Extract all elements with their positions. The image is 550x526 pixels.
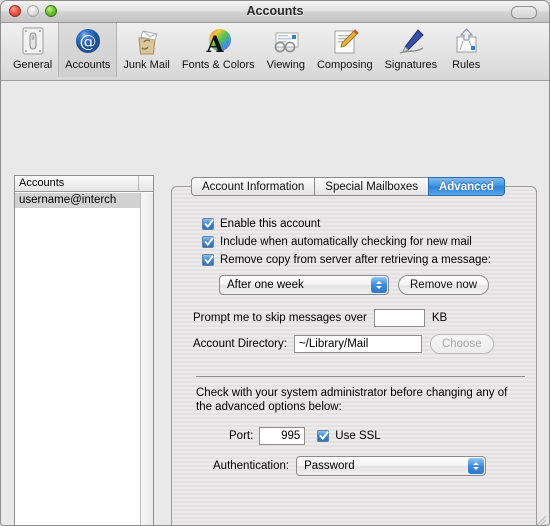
remove-copy-label: Remove copy from server after retrieving… bbox=[220, 254, 491, 266]
toolbar-item-composing[interactable]: Composing bbox=[311, 23, 379, 77]
account-directory-input[interactable]: ~/Library/Mail bbox=[293, 335, 422, 353]
authentication-row: Authentication: Password bbox=[213, 456, 537, 476]
toolbar-item-label: Rules bbox=[452, 59, 481, 71]
toolbar-item-label: Viewing bbox=[266, 59, 305, 71]
accounts-column-grip[interactable] bbox=[138, 176, 153, 191]
checkmark-icon bbox=[319, 431, 329, 441]
toolbar-item-signatures[interactable]: Signatures bbox=[379, 23, 444, 77]
skip-messages-input[interactable] bbox=[373, 309, 425, 327]
remove-schedule-row: After one week Remove now bbox=[219, 275, 537, 295]
remove-copy-checkbox[interactable] bbox=[202, 254, 214, 266]
toolbar-item-label: General bbox=[13, 59, 53, 71]
accounts-column-header[interactable]: Accounts bbox=[15, 176, 138, 191]
include-auto-check-label: Include when automatically checking for … bbox=[220, 236, 472, 248]
toolbar-item-label: Fonts & Colors bbox=[181, 59, 255, 71]
authentication-value: Password bbox=[304, 460, 355, 472]
port-row: Port: 995 Use SSL bbox=[229, 427, 537, 445]
toolbar-item-label: Junk Mail bbox=[123, 59, 170, 71]
toolbar-item-label: Signatures bbox=[384, 59, 438, 71]
include-auto-check-checkbox[interactable] bbox=[202, 236, 214, 248]
viewing-icon bbox=[274, 32, 299, 53]
skip-messages-unit: KB bbox=[431, 312, 448, 324]
toolbar-item-accounts[interactable]: @ Accounts bbox=[58, 23, 118, 77]
accounts-preferences-window: Accounts General @ Accounts Junk Mail A … bbox=[0, 0, 550, 526]
signatures-icon bbox=[399, 29, 424, 54]
junk-mail-icon bbox=[138, 30, 158, 55]
toolbar-toggle-button[interactable] bbox=[511, 6, 537, 19]
svg-text:A: A bbox=[206, 32, 225, 58]
toolbar-item-label: Composing bbox=[316, 59, 373, 71]
tab-bar: Account Information Special Mailboxes Ad… bbox=[191, 177, 505, 196]
toolbar-item-fonts-colors[interactable]: A Fonts & Colors bbox=[176, 23, 261, 77]
use-ssl-checkbox[interactable] bbox=[317, 430, 330, 442]
accounts-at-icon: @ bbox=[75, 29, 100, 53]
remove-copy-row[interactable]: Remove copy from server after retrieving… bbox=[202, 253, 537, 267]
authentication-popup[interactable]: Password bbox=[296, 456, 487, 476]
chevron-updown-icon[interactable] bbox=[468, 458, 485, 474]
port-input[interactable]: 995 bbox=[259, 427, 306, 445]
tab-account-information[interactable]: Account Information bbox=[191, 177, 315, 196]
admin-notice: Check with your system administrator bef… bbox=[196, 387, 508, 413]
list-item[interactable]: username@interch bbox=[15, 193, 140, 208]
use-ssl-label: Use SSL bbox=[335, 430, 381, 442]
preferences-content: Accounts username@interch + − ? Account … bbox=[1, 81, 549, 525]
accounts-list-header: Accounts bbox=[15, 176, 153, 192]
port-label: Port: bbox=[229, 430, 254, 442]
authentication-label: Authentication: bbox=[213, 460, 290, 472]
enable-account-row[interactable]: Enable this account bbox=[202, 217, 537, 231]
account-directory-row: Account Directory: ~/Library/Mail Choose bbox=[193, 334, 537, 354]
toolbar-item-junk-mail[interactable]: Junk Mail bbox=[117, 23, 175, 77]
skip-messages-row: Prompt me to skip messages over KB bbox=[193, 309, 537, 327]
remove-now-button[interactable]: Remove now bbox=[398, 275, 490, 295]
accounts-list-scrollbar[interactable] bbox=[140, 193, 153, 525]
tab-advanced[interactable]: Advanced bbox=[427, 177, 505, 196]
checkmark-icon bbox=[204, 237, 214, 247]
toolbar-item-viewing[interactable]: Viewing bbox=[261, 23, 311, 77]
window-title: Accounts bbox=[246, 4, 304, 18]
remove-schedule-value: After one week bbox=[227, 279, 304, 291]
rules-icon bbox=[456, 28, 477, 53]
checkmark-icon bbox=[204, 255, 214, 265]
preferences-toolbar: General @ Accounts Junk Mail A Fonts & C… bbox=[1, 23, 549, 81]
composing-icon bbox=[334, 29, 359, 54]
checkmark-icon bbox=[204, 219, 214, 229]
accounts-list-rows: username@interch bbox=[15, 193, 140, 525]
chevron-updown-icon[interactable] bbox=[371, 277, 387, 293]
general-icon bbox=[22, 27, 44, 55]
skip-messages-label: Prompt me to skip messages over bbox=[193, 312, 367, 324]
toolbar-item-rules[interactable]: Rules bbox=[443, 23, 489, 77]
include-auto-check-row[interactable]: Include when automatically checking for … bbox=[202, 235, 537, 249]
window-titlebar: Accounts bbox=[1, 1, 549, 23]
account-directory-label: Account Directory: bbox=[193, 338, 287, 350]
remove-schedule-popup[interactable]: After one week bbox=[219, 275, 389, 295]
accounts-list[interactable]: Accounts username@interch bbox=[14, 175, 154, 525]
enable-account-label: Enable this account bbox=[220, 218, 321, 230]
fonts-colors-icon: A bbox=[206, 29, 232, 58]
svg-text:@: @ bbox=[79, 32, 96, 52]
enable-account-checkbox[interactable] bbox=[202, 218, 214, 230]
toolbar-item-label: Accounts bbox=[65, 59, 111, 71]
tab-special-mailboxes[interactable]: Special Mailboxes bbox=[314, 177, 428, 196]
advanced-separator bbox=[196, 376, 525, 377]
toolbar-item-general[interactable]: General bbox=[7, 23, 58, 77]
choose-button[interactable]: Choose bbox=[429, 334, 494, 354]
advanced-pane: Enable this account Include when automat… bbox=[171, 186, 537, 525]
